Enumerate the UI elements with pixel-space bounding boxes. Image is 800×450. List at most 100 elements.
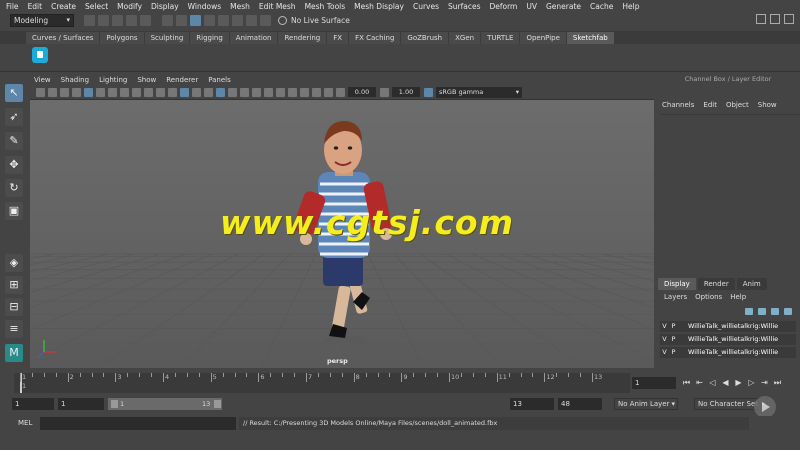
time-slider-track[interactable]: 1 1 2 3 4 5 6 7 8 9 10 11 12 13 [14, 373, 630, 393]
safe-title-icon[interactable] [156, 87, 165, 97]
step-back-frame-icon[interactable]: ◁ [707, 377, 718, 388]
layer-tab-render[interactable]: Render [697, 278, 735, 290]
move-layer-up-icon[interactable] [745, 308, 753, 315]
shelf-tab-openpipe[interactable]: OpenPipe [520, 32, 566, 44]
play-forwards-icon[interactable]: ▶ [733, 377, 744, 388]
viewport-menu-shading[interactable]: Shading [61, 76, 89, 84]
shelf-tab-xgen[interactable]: XGen [449, 32, 481, 44]
shelf-tab-polygons[interactable]: Polygons [100, 32, 144, 44]
color-space-select[interactable]: sRGB gamma [436, 86, 522, 98]
shelf-tab-curves-surfaces[interactable]: Curves / Surfaces [26, 32, 100, 44]
isolate-icon[interactable] [288, 87, 297, 97]
viewport-menu-view[interactable]: View [34, 76, 51, 84]
scale-tool-icon[interactable]: ▣ [5, 202, 23, 220]
menu-cache[interactable]: Cache [590, 2, 613, 11]
menu-windows[interactable]: Windows [188, 2, 221, 11]
layer-playback-toggle[interactable]: P [669, 334, 678, 345]
snap-curve-icon[interactable] [218, 15, 229, 26]
menu-file[interactable]: File [6, 2, 19, 11]
four-pane-layout-icon[interactable]: ⊞ [5, 276, 23, 294]
dof-icon[interactable] [276, 87, 285, 97]
shelf-tab-fx[interactable]: FX [327, 32, 349, 44]
motion-blur-icon[interactable] [252, 87, 261, 97]
new-layer-icon[interactable] [771, 308, 779, 315]
exposure-icon[interactable] [336, 87, 345, 97]
camera-attr-icon[interactable] [48, 87, 57, 97]
select-tool-icon[interactable]: ↖ [5, 84, 23, 102]
menu-mesh[interactable]: Mesh [230, 2, 250, 11]
layer-visibility-toggle[interactable]: V [660, 347, 669, 358]
shelf-tab-rendering[interactable]: Rendering [278, 32, 327, 44]
snap-point-icon[interactable] [232, 15, 243, 26]
layout-grid-icon[interactable] [784, 14, 794, 24]
layer-row[interactable]: V P WillieTalk_willietalkrig:Willie [660, 334, 796, 345]
go-to-end-icon[interactable]: ⏭ [772, 377, 783, 388]
xray-icon[interactable] [300, 87, 309, 97]
viewport-menu-lighting[interactable]: Lighting [99, 76, 127, 84]
camera-icon[interactable] [36, 87, 45, 97]
play-backwards-icon[interactable]: ◀ [720, 377, 731, 388]
layer-visibility-toggle[interactable]: V [660, 321, 669, 332]
move-layer-down-icon[interactable] [758, 308, 766, 315]
lasso-tool-icon[interactable]: ➶ [5, 108, 23, 126]
aa-icon[interactable] [264, 87, 273, 97]
layer-tab-anim[interactable]: Anim [736, 278, 767, 290]
make-live-icon[interactable] [260, 15, 271, 26]
channel-box-menu-channels[interactable]: Channels [662, 101, 694, 109]
xray-joints-icon[interactable] [312, 87, 321, 97]
playback-start-field[interactable]: 1 [58, 398, 104, 410]
go-to-start-icon[interactable]: ⏮ [681, 377, 692, 388]
shelf-tab-gozbrush[interactable]: GoZBrush [401, 32, 449, 44]
gamma-field[interactable]: 1.00 [392, 87, 420, 97]
shadows-icon[interactable] [228, 87, 237, 97]
layer-name[interactable]: WillieTalk_willietalkrig:Willie [688, 347, 778, 358]
smooth-shade-icon[interactable] [180, 87, 189, 97]
exposure-field[interactable]: 0.00 [348, 87, 376, 97]
wireframe-icon[interactable] [168, 87, 177, 97]
new-scene-icon[interactable] [84, 15, 95, 26]
field-chart-icon[interactable] [132, 87, 141, 97]
channel-box-menu-show[interactable]: Show [758, 101, 777, 109]
menu-generate[interactable]: Generate [546, 2, 581, 11]
current-frame-field[interactable]: 1 [632, 377, 676, 389]
layer-row[interactable]: V P WillieTalk_willietalkrig:Willie [660, 347, 796, 358]
end-time-field[interactable]: 48 [558, 398, 602, 410]
move-tool-icon[interactable]: ✥ [5, 156, 23, 174]
viewport-menu-show[interactable]: Show [137, 76, 156, 84]
color-management-icon[interactable] [424, 87, 433, 97]
select-object-icon[interactable] [176, 15, 187, 26]
menu-help[interactable]: Help [622, 2, 639, 11]
menu-create[interactable]: Create [51, 2, 76, 11]
paint-select-icon[interactable]: ✎ [5, 132, 23, 150]
menu-uv[interactable]: UV [526, 2, 537, 11]
grid-icon[interactable] [84, 87, 93, 97]
layout-single-icon[interactable] [756, 14, 766, 24]
two-pane-layout-icon[interactable]: ⊟ [5, 298, 23, 316]
save-scene-icon[interactable] [112, 15, 123, 26]
film-gate-icon[interactable] [96, 87, 105, 97]
anim-layer-dropdown[interactable]: No Anim Layer [614, 398, 678, 410]
layer-name[interactable]: WillieTalk_willietalkrig:Willie [688, 321, 778, 332]
ao-icon[interactable] [240, 87, 249, 97]
gamma-icon[interactable] [380, 87, 389, 97]
menu-display[interactable]: Display [151, 2, 179, 11]
start-time-field[interactable]: 1 [12, 398, 54, 410]
range-start-handle[interactable] [111, 400, 118, 408]
snap-plane-icon[interactable] [246, 15, 257, 26]
menu-mesh-tools[interactable]: Mesh Tools [305, 2, 346, 11]
textured-icon[interactable] [204, 87, 213, 97]
layer-playback-toggle[interactable]: P [669, 347, 678, 358]
use-lights-icon[interactable] [216, 87, 225, 97]
layer-playback-toggle[interactable]: P [669, 321, 678, 332]
image-plane-icon[interactable] [72, 87, 81, 97]
shelf-tab-sculpting[interactable]: Sculpting [144, 32, 190, 44]
channel-box-menu-object[interactable]: Object [726, 101, 749, 109]
open-scene-icon[interactable] [98, 15, 109, 26]
resolution-gate-icon[interactable] [108, 87, 117, 97]
layout-four-icon[interactable] [770, 14, 780, 24]
step-back-key-icon[interactable]: ⇤ [694, 377, 705, 388]
layer-visibility-toggle[interactable]: V [660, 334, 669, 345]
menu-deform[interactable]: Deform [489, 2, 517, 11]
xray-active-icon[interactable] [324, 87, 333, 97]
undo-icon[interactable] [126, 15, 137, 26]
